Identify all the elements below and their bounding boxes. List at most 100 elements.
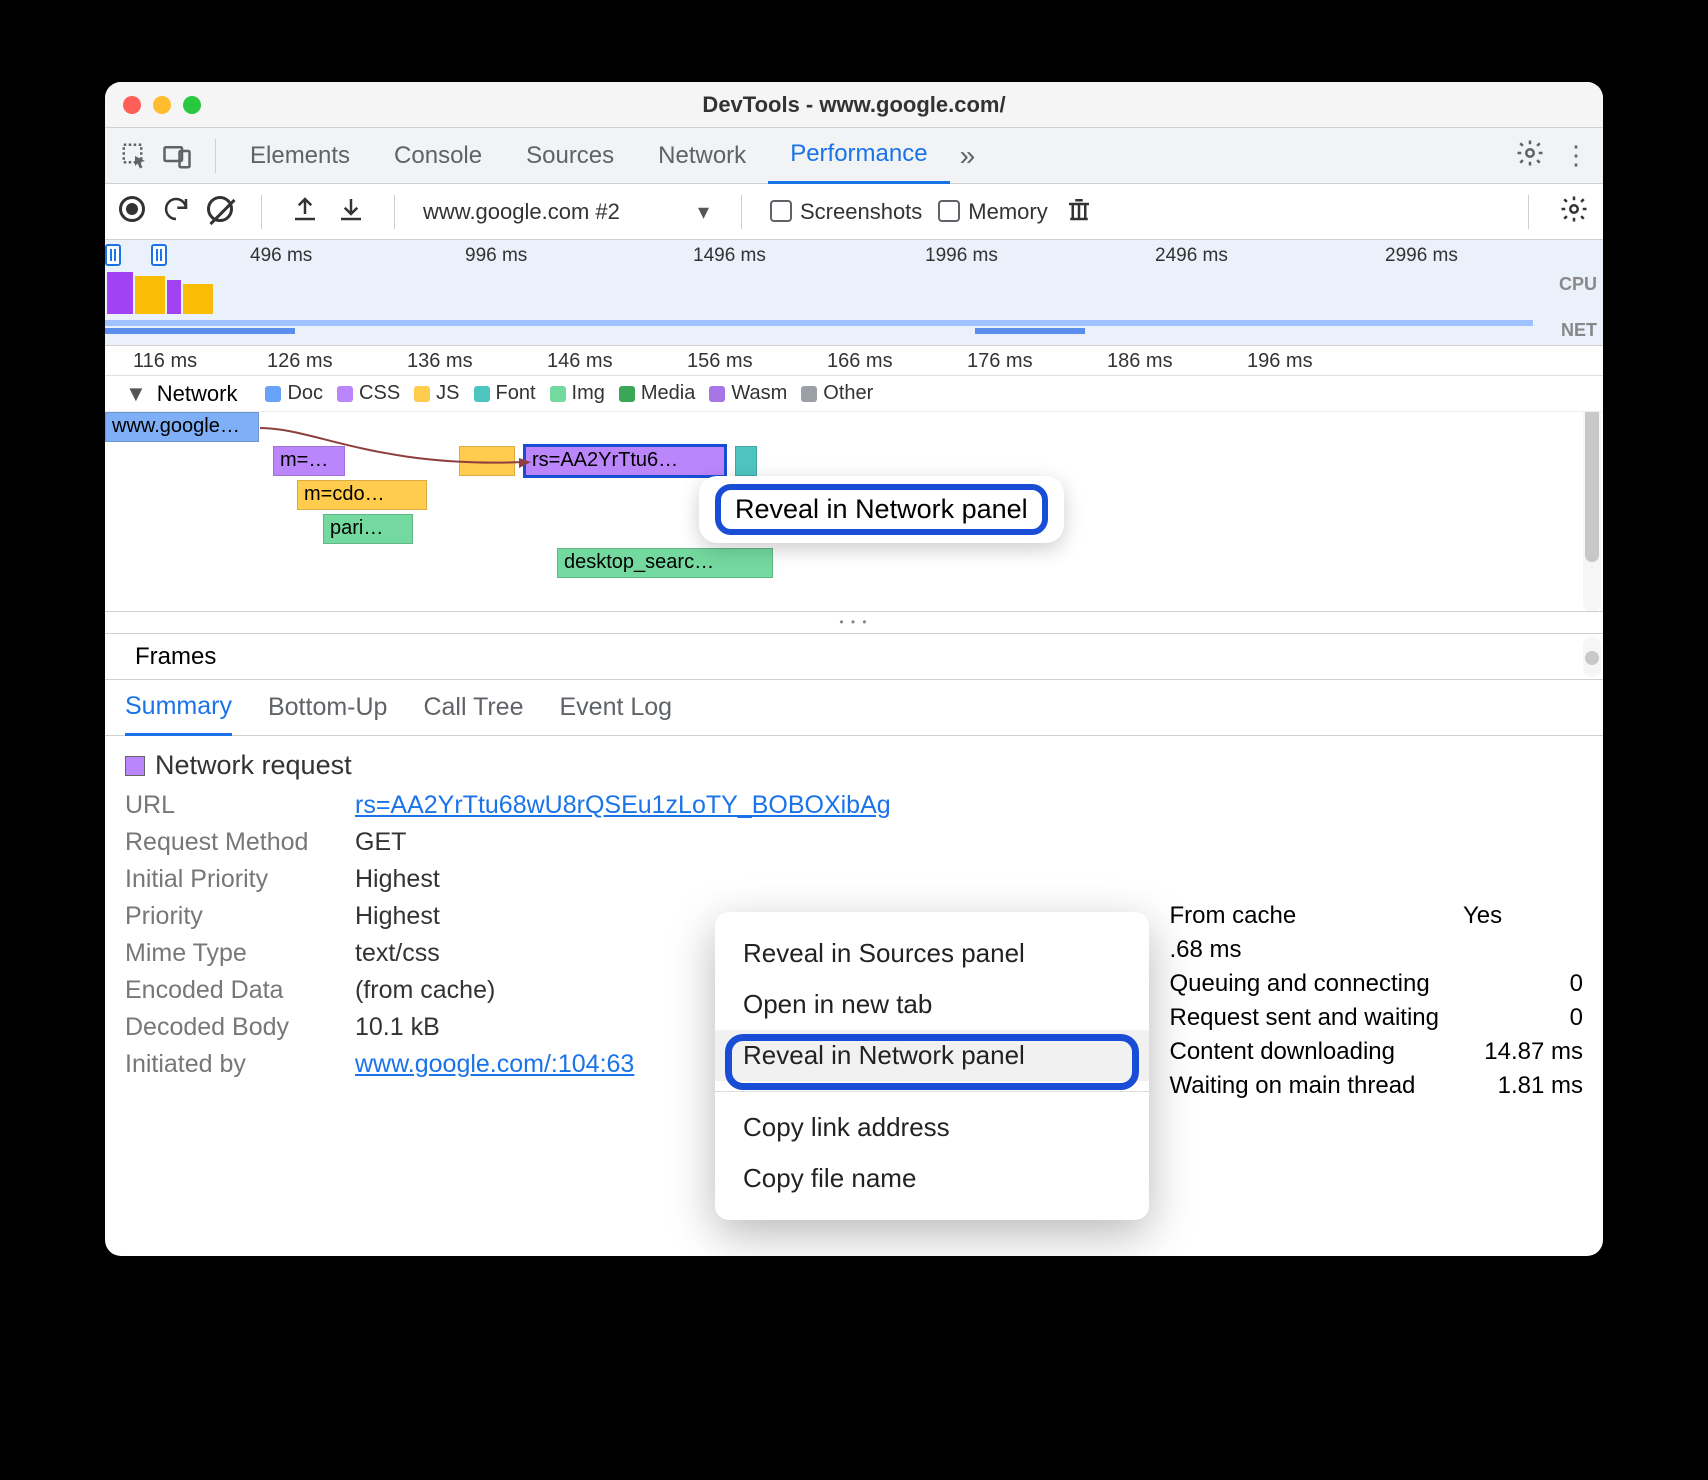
tab-console[interactable]: Console <box>372 128 504 184</box>
minimize-dot[interactable] <box>153 96 171 114</box>
divider <box>394 195 395 229</box>
clear-button[interactable] <box>207 196 233 228</box>
priority-label: Priority <box>125 902 355 931</box>
request-bar-img[interactable]: desktop_searc… <box>557 548 773 578</box>
network-track-header[interactable]: ▼ Network Doc CSS JS Font Img Media Wasm… <box>105 376 1603 412</box>
request-bar-js[interactable] <box>459 446 515 476</box>
time-ruler[interactable]: 116 ms 126 ms 136 ms 146 ms 156 ms 166 m… <box>105 346 1603 376</box>
recording-selector[interactable]: www.google.com #2 <box>423 199 713 225</box>
decoded-label: Decoded Body <box>125 1013 355 1042</box>
panel-tabstrip: Elements Console Sources Network Perform… <box>105 128 1603 184</box>
upload-icon[interactable] <box>290 194 320 230</box>
request-bar-js[interactable]: m=cdo… <box>297 480 427 510</box>
summary-title: Network request <box>155 750 352 781</box>
legend-label: Doc <box>287 382 323 405</box>
range-handle-left[interactable] <box>105 244 121 266</box>
scroll-thumb[interactable] <box>1585 412 1599 562</box>
initiated-by-label: Initiated by <box>125 1050 355 1079</box>
screenshots-checkbox[interactable]: Screenshots <box>770 199 922 225</box>
network-flame-chart[interactable]: www.google… m=… m=cdo… pari… rs=AA2YrTtu… <box>105 412 1603 612</box>
request-bar-font[interactable] <box>735 446 757 476</box>
mime-label: Mime Type <box>125 939 355 968</box>
ruler-tick: 146 ms <box>547 350 613 373</box>
panel-settings-gear-icon[interactable] <box>1559 194 1589 230</box>
ctx-copy-link[interactable]: Copy link address <box>715 1102 1149 1153</box>
legend-label: JS <box>436 382 459 405</box>
frames-track[interactable]: Frames <box>105 634 1603 680</box>
method-label: Request Method <box>125 828 355 857</box>
subtab-call-tree[interactable]: Call Tree <box>423 680 523 736</box>
inspect-icon[interactable] <box>119 140 151 172</box>
divider <box>215 139 216 173</box>
tab-performance[interactable]: Performance <box>768 128 949 184</box>
request-bar-doc[interactable]: www.google… <box>105 412 259 442</box>
request-bar-css[interactable]: m=… <box>273 446 345 476</box>
ruler-tick: 156 ms <box>687 350 753 373</box>
subtab-summary[interactable]: Summary <box>125 680 232 736</box>
range-handle-right[interactable] <box>151 244 167 266</box>
reload-button[interactable] <box>161 194 191 230</box>
traffic-lights <box>123 96 201 114</box>
timeline-overview[interactable]: 496 ms 996 ms 1496 ms 1996 ms 2496 ms 29… <box>105 240 1603 346</box>
overview-tick: 996 ms <box>465 245 527 267</box>
frames-label: Frames <box>135 643 216 671</box>
overview-tick: 1496 ms <box>693 245 766 267</box>
zoom-dot[interactable] <box>183 96 201 114</box>
settings-gear-icon[interactable] <box>1515 138 1545 173</box>
subtab-event-log[interactable]: Event Log <box>560 680 673 736</box>
overview-tick: 2496 ms <box>1155 245 1228 267</box>
tab-network[interactable]: Network <box>636 128 768 184</box>
hover-tooltip: Reveal in Network panel <box>699 476 1064 543</box>
memory-checkbox[interactable]: Memory <box>938 199 1047 225</box>
ctx-highlight-ring <box>725 1034 1139 1090</box>
ctx-open-new-tab[interactable]: Open in new tab <box>715 979 1149 1030</box>
request-bar-img[interactable]: pari… <box>323 514 413 544</box>
initial-priority-label: Initial Priority <box>125 865 355 894</box>
divider <box>1528 195 1529 229</box>
divider <box>741 195 742 229</box>
close-dot[interactable] <box>123 96 141 114</box>
kebab-menu-icon[interactable]: ⋮ <box>1563 140 1589 171</box>
timing-key: Request sent and waiting <box>1169 1004 1439 1032</box>
timing-val: 0 <box>1463 1004 1583 1032</box>
devtools-window: DevTools - www.google.com/ Elements Cons… <box>105 82 1603 1256</box>
overview-net-label: NET <box>1561 320 1597 341</box>
subtab-bottom-up[interactable]: Bottom-Up <box>268 680 387 736</box>
tab-elements[interactable]: Elements <box>228 128 372 184</box>
pane-resizer[interactable]: • • • <box>105 612 1603 634</box>
legend-label: Media <box>641 382 695 405</box>
tab-sources[interactable]: Sources <box>504 128 636 184</box>
timing-key: Content downloading <box>1169 1038 1439 1066</box>
track-name: Network <box>157 381 238 407</box>
ctx-copy-filename[interactable]: Copy file name <box>715 1153 1149 1204</box>
timing-val: 0 <box>1463 970 1583 998</box>
window-title: DevTools - www.google.com/ <box>702 92 1005 118</box>
timing-breakdown: From cache Yes .68 ms Queuing and connec… <box>1169 902 1583 1100</box>
tooltip-text: Reveal in Network panel <box>735 494 1028 524</box>
titlebar: DevTools - www.google.com/ <box>105 82 1603 128</box>
ctx-reveal-sources[interactable]: Reveal in Sources panel <box>715 928 1149 979</box>
performance-toolbar: www.google.com #2 Screenshots Memory <box>105 184 1603 240</box>
ruler-tick: 116 ms <box>133 350 197 373</box>
ruler-tick: 196 ms <box>1247 350 1313 373</box>
url-link[interactable]: rs=AA2YrTtu68wU8rQSEu1zLoTY_BOBOXibAg <box>355 791 891 819</box>
request-bar-css-selected[interactable]: rs=AA2YrTtu6… <box>525 446 725 476</box>
device-toggle-icon[interactable] <box>161 140 193 172</box>
more-tabs-icon[interactable]: » <box>960 140 976 172</box>
overview-cpu-label: CPU <box>1559 274 1597 295</box>
flame-scrollbar[interactable] <box>1583 412 1601 612</box>
context-menu: Reveal in Sources panel Open in new tab … <box>715 912 1149 1220</box>
timing-val: 14.87 ms <box>1463 1038 1583 1066</box>
divider <box>261 195 262 229</box>
collect-garbage-icon[interactable] <box>1064 194 1094 230</box>
from-cache-label: From cache <box>1169 902 1439 930</box>
record-button[interactable] <box>119 196 145 228</box>
frames-scrollbar[interactable] <box>1583 637 1601 677</box>
download-icon[interactable] <box>336 194 366 230</box>
collapse-arrow-icon[interactable]: ▼ <box>125 381 147 407</box>
tooltip-highlight-ring: Reveal in Network panel <box>715 484 1048 535</box>
initiated-by-link[interactable]: www.google.com/:104:63 <box>355 1050 634 1078</box>
timing-key: Queuing and connecting <box>1169 970 1439 998</box>
ruler-tick: 186 ms <box>1107 350 1173 373</box>
overview-tick: 2996 ms <box>1385 245 1458 267</box>
